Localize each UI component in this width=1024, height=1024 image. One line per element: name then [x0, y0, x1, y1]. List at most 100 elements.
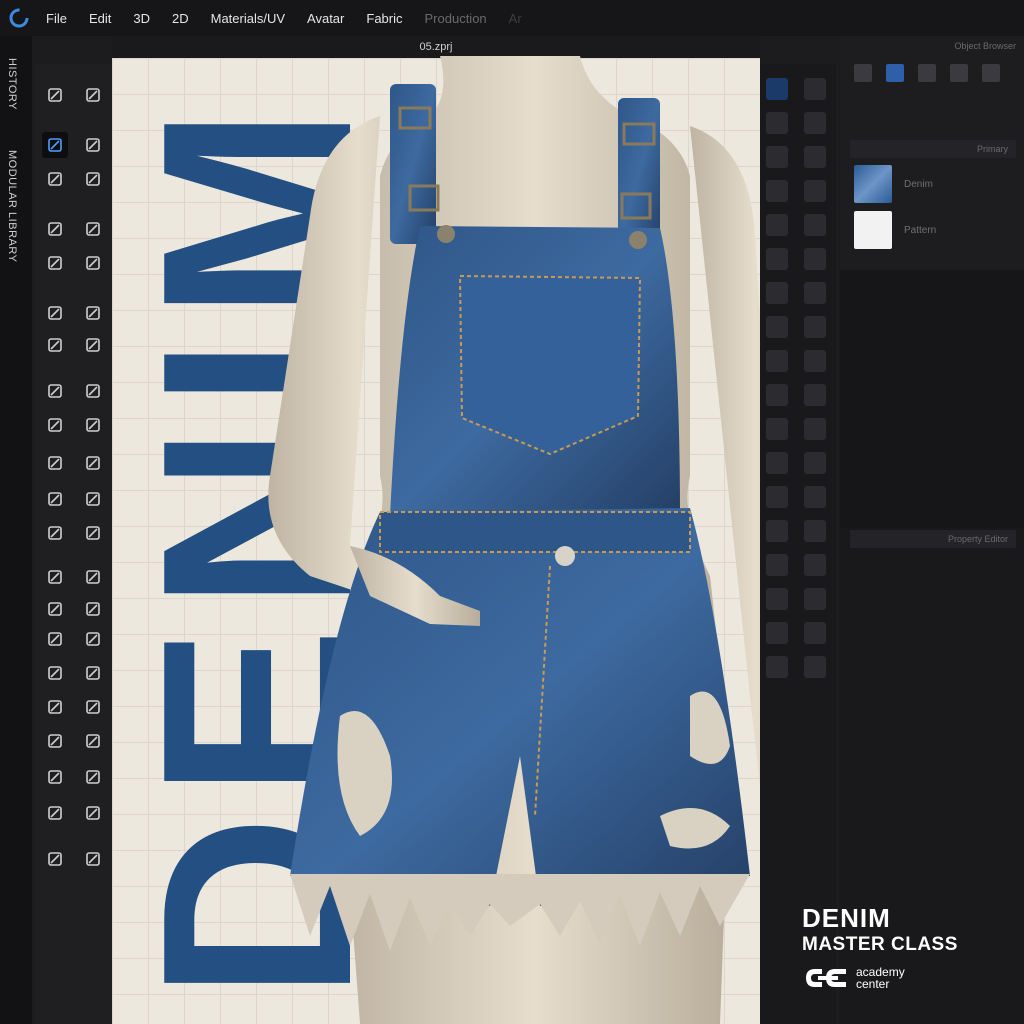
secondary-tool-icon[interactable]	[766, 180, 788, 202]
transform-icon[interactable]	[42, 132, 68, 158]
shirt-dark-icon[interactable]	[80, 846, 106, 872]
secondary-tool-icon[interactable]	[766, 486, 788, 508]
tshirt-icon[interactable]	[42, 216, 68, 242]
zipper-icon[interactable]	[80, 564, 106, 590]
secondary-tool-icon[interactable]	[804, 248, 826, 270]
book-icon[interactable]	[42, 626, 68, 652]
fabric-item-pattern[interactable]: Pattern	[854, 208, 1024, 252]
gradient-icon[interactable]	[80, 694, 106, 720]
secondary-tool-icon[interactable]	[766, 350, 788, 372]
menu-fabric[interactable]: Fabric	[366, 11, 402, 26]
button-tab-icon[interactable]	[918, 64, 936, 82]
sleeve-icon[interactable]	[80, 216, 106, 242]
brush-icon[interactable]	[42, 486, 68, 512]
section-property-editor[interactable]: Property Editor	[850, 530, 1016, 548]
menu-materials-uv[interactable]: Materials/UV	[211, 11, 285, 26]
menu-3d[interactable]: 3D	[133, 11, 150, 26]
secondary-tool-icon[interactable]	[766, 622, 788, 644]
menu-file[interactable]: File	[46, 11, 67, 26]
arrow-down-icon[interactable]	[42, 82, 68, 108]
needle-icon[interactable]	[80, 412, 106, 438]
sew-line-icon[interactable]	[42, 332, 68, 358]
secondary-tool-icon[interactable]	[766, 452, 788, 474]
buttonhole-icon[interactable]	[80, 520, 106, 546]
shirt-pattern-icon[interactable]	[80, 378, 106, 404]
menu-edit[interactable]: Edit	[89, 11, 111, 26]
secondary-tool-icon[interactable]	[804, 418, 826, 440]
square-gradient-icon[interactable]	[80, 764, 106, 790]
secondary-tool-icon[interactable]	[766, 588, 788, 610]
secondary-tool-icon[interactable]	[766, 112, 788, 134]
secondary-tool-icon[interactable]	[766, 282, 788, 304]
more-tab-icon[interactable]	[982, 64, 1000, 82]
menu-production[interactable]: Production	[425, 11, 487, 26]
pocket-icon[interactable]	[80, 626, 106, 652]
fabric-paint-icon[interactable]	[80, 332, 106, 358]
rotate-icon[interactable]	[42, 660, 68, 686]
shirt-flat-icon[interactable]	[42, 596, 68, 622]
tab-modular-library[interactable]: MODULAR LIBRARY	[6, 150, 18, 262]
secondary-tool-icon[interactable]	[766, 384, 788, 406]
secondary-tool-icon[interactable]	[804, 350, 826, 372]
secondary-tool-icon[interactable]	[766, 214, 788, 236]
secondary-tool-icon[interactable]	[804, 452, 826, 474]
zipper-pull-icon[interactable]	[80, 596, 106, 622]
object-list-empty-area	[840, 270, 1024, 530]
menu-avatar[interactable]: Avatar	[307, 11, 344, 26]
edit-pattern-icon[interactable]	[42, 166, 68, 192]
curve-arrow-icon[interactable]	[42, 764, 68, 790]
fabric-tab-icon[interactable]	[886, 64, 904, 82]
topstitch-tab-icon[interactable]	[950, 64, 968, 82]
fill-icon[interactable]	[42, 520, 68, 546]
secondary-tool-icon[interactable]	[766, 248, 788, 270]
mesh-icon[interactable]	[42, 300, 68, 326]
secondary-tool-icon[interactable]	[766, 554, 788, 576]
tack-icon[interactable]	[42, 450, 68, 476]
section-primary[interactable]: Primary	[850, 140, 1016, 158]
avatar-tab-icon[interactable]	[854, 64, 872, 82]
secondary-tool-icon[interactable]	[804, 112, 826, 134]
button-icon[interactable]	[80, 450, 106, 476]
secondary-tool-icon[interactable]	[804, 214, 826, 236]
secondary-tool-icon[interactable]	[804, 146, 826, 168]
secondary-tool-icon[interactable]	[766, 78, 788, 100]
tab-history[interactable]: HISTORY	[6, 58, 18, 110]
shirt-icon[interactable]	[42, 846, 68, 872]
secondary-tool-icon[interactable]	[804, 656, 826, 678]
garment-tool-icon[interactable]	[80, 132, 106, 158]
secondary-tool-icon[interactable]	[766, 418, 788, 440]
sew-segment-icon[interactable]	[80, 300, 106, 326]
secondary-tool-icon[interactable]	[804, 384, 826, 406]
walk-icon[interactable]	[80, 82, 106, 108]
secondary-tool-icon[interactable]	[804, 554, 826, 576]
secondary-tool-icon[interactable]	[804, 78, 826, 100]
pin-icon[interactable]	[42, 412, 68, 438]
secondary-tool-icon[interactable]	[804, 282, 826, 304]
fabric-item-denim[interactable]: Denim	[854, 162, 1024, 206]
layer-icon[interactable]	[80, 728, 106, 754]
split-arrow-icon[interactable]	[80, 800, 106, 826]
secondary-tool-icon[interactable]	[804, 520, 826, 542]
center-word: center	[856, 977, 890, 991]
secondary-tool-icon[interactable]	[804, 316, 826, 338]
secondary-tool-icon[interactable]	[766, 146, 788, 168]
secondary-tool-icon[interactable]	[766, 656, 788, 678]
user-seated-icon[interactable]	[42, 378, 68, 404]
fold-icon[interactable]	[80, 166, 106, 192]
secondary-tool-icon[interactable]	[766, 520, 788, 542]
cut-icon[interactable]	[42, 564, 68, 590]
edge-icon[interactable]	[80, 660, 106, 686]
button-round-icon[interactable]	[80, 486, 106, 512]
avatar-icon[interactable]	[42, 694, 68, 720]
fold-arrange-icon[interactable]	[80, 250, 106, 276]
menu-more[interactable]: Ar	[509, 11, 522, 26]
sew-icon[interactable]	[42, 250, 68, 276]
menu-2d[interactable]: 2D	[172, 11, 189, 26]
secondary-tool-icon[interactable]	[804, 180, 826, 202]
secondary-tool-icon[interactable]	[804, 486, 826, 508]
measure-icon[interactable]	[42, 728, 68, 754]
ruler-icon[interactable]	[42, 800, 68, 826]
secondary-tool-icon[interactable]	[804, 588, 826, 610]
secondary-tool-icon[interactable]	[804, 622, 826, 644]
secondary-tool-icon[interactable]	[766, 316, 788, 338]
